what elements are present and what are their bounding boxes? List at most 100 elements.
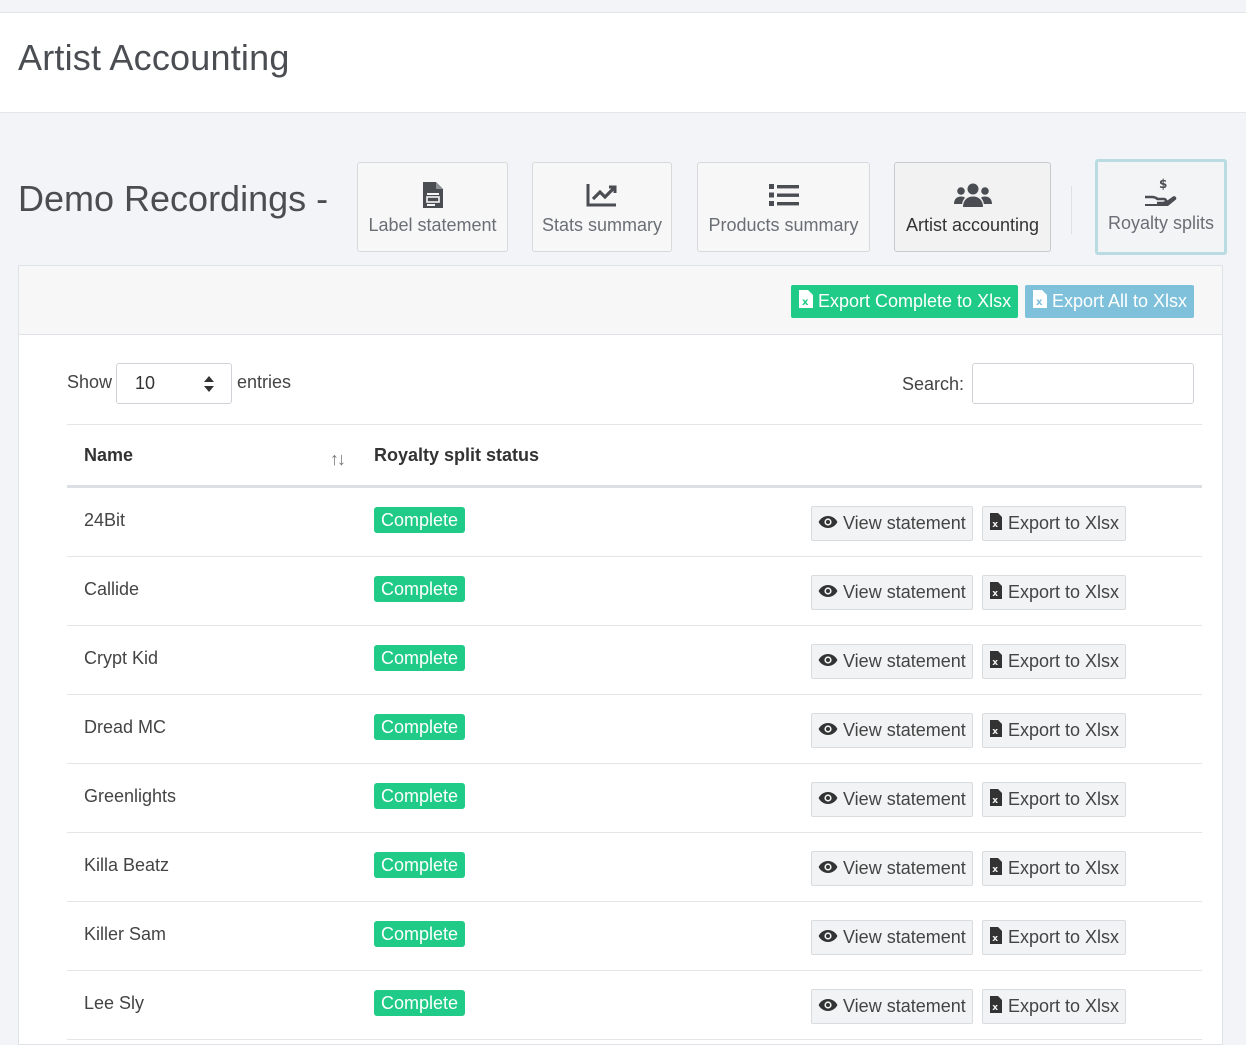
file-excel-icon: x [989, 857, 1003, 881]
view-statement-label: View statement [843, 720, 966, 740]
status-badge: Complete [374, 852, 466, 878]
nav-label: Royalty splits [1107, 213, 1215, 233]
artist-name: Greenlights [84, 786, 177, 806]
view-statement-button[interactable]: View statement [811, 782, 973, 817]
view-statement-button[interactable]: View statement [811, 920, 973, 955]
entries-select[interactable]: 10 [116, 363, 232, 404]
svg-text:x: x [992, 727, 998, 737]
nav-products-summary-button[interactable]: Products summary [697, 162, 870, 252]
file-excel-icon: x [989, 995, 1003, 1019]
sort-icon[interactable]: ↑↓ [330, 449, 346, 470]
export-all-button[interactable]: x Export All to Xlsx [1025, 285, 1195, 318]
table-body: 24Bit Complete View statement x Export t… [67, 488, 1202, 1040]
column-header-name[interactable]: Name [84, 445, 133, 466]
table-row: Dread MC Complete View statement x Expor… [67, 695, 1202, 764]
file-excel-icon: x [989, 581, 1003, 605]
status-badge: Complete [374, 576, 466, 602]
search-input[interactable] [972, 363, 1194, 404]
export-xlsx-button[interactable]: x Export to Xlsx [982, 506, 1127, 541]
view-statement-label: View statement [843, 996, 966, 1016]
nav-artist-accounting-button[interactable]: Artist accounting [894, 162, 1051, 252]
svg-text:x: x [992, 934, 998, 944]
table-header: Name ↑↓ Royalty split status [67, 424, 1202, 488]
view-statement-label: View statement [843, 582, 966, 602]
file-excel-icon: x [798, 289, 814, 314]
export-xlsx-label: Export to Xlsx [1008, 927, 1120, 947]
export-xlsx-label: Export to Xlsx [1008, 720, 1120, 740]
export-xlsx-button[interactable]: x Export to Xlsx [982, 851, 1127, 886]
view-statement-label: View statement [843, 858, 966, 878]
file-excel-icon: x [989, 926, 1003, 950]
artist-name: Callide [84, 579, 140, 599]
eye-icon [818, 513, 838, 534]
table-row: Killa Beatz Complete View statement x Ex… [67, 833, 1202, 902]
list-icon [768, 181, 800, 209]
table-row: Callide Complete View statement x Export… [67, 557, 1202, 626]
table-row: 24Bit Complete View statement x Export t… [67, 488, 1202, 557]
nav-stats-summary-button[interactable]: Stats summary [532, 162, 672, 252]
export-all-label: Export All to Xlsx [1052, 291, 1188, 311]
card-header: x Export Complete to Xlsx x Export All t… [19, 266, 1222, 335]
view-statement-label: View statement [843, 513, 966, 533]
export-xlsx-label: Export to Xlsx [1008, 513, 1120, 533]
nav-label-statement-button[interactable]: Label statement [357, 162, 508, 252]
view-statement-button[interactable]: View statement [811, 851, 973, 886]
table-row: Killer Sam Complete View statement x Exp… [67, 902, 1202, 971]
export-xlsx-label: Export to Xlsx [1008, 651, 1120, 671]
svg-text:x: x [1036, 297, 1043, 308]
svg-text:x: x [802, 297, 809, 308]
status-badge: Complete [374, 645, 466, 671]
svg-text:x: x [992, 520, 998, 530]
eye-icon [818, 996, 838, 1017]
artists-table: Name ↑↓ Royalty split status 24Bit Compl… [67, 424, 1202, 1040]
show-label: Show [67, 372, 113, 392]
sort-arrows-icon [203, 375, 215, 398]
users-icon [953, 181, 992, 209]
view-statement-button[interactable]: View statement [811, 644, 973, 679]
view-statement-button[interactable]: View statement [811, 713, 973, 748]
view-statement-button[interactable]: View statement [811, 506, 973, 541]
export-xlsx-button[interactable]: x Export to Xlsx [982, 644, 1127, 679]
export-xlsx-button[interactable]: x Export to Xlsx [982, 782, 1127, 817]
svg-text:x: x [992, 658, 998, 668]
eye-icon [818, 858, 838, 879]
nav-label: Artist accounting [905, 215, 1040, 235]
status-badge: Complete [374, 921, 466, 947]
table-row: Greenlights Complete View statement x Ex… [67, 764, 1202, 833]
column-header-status[interactable]: Royalty split status [374, 445, 539, 466]
file-excel-icon: x [989, 788, 1003, 812]
view-statement-button[interactable]: View statement [811, 575, 973, 610]
export-complete-button[interactable]: x Export Complete to Xlsx [791, 285, 1019, 318]
artist-name: Lee Sly [84, 993, 145, 1013]
nav-royalty-splits-button[interactable]: $ Royalty splits [1095, 159, 1227, 255]
view-statement-label: View statement [843, 789, 966, 809]
export-xlsx-button[interactable]: x Export to Xlsx [982, 575, 1127, 610]
nav-label: Label statement [368, 215, 497, 235]
page-header: Artist Accounting [0, 12, 1246, 113]
file-excel-icon: x [1032, 289, 1048, 314]
chart-line-icon [586, 181, 618, 209]
svg-text:x: x [992, 1003, 998, 1013]
file-excel-icon: x [989, 512, 1003, 536]
eye-icon [818, 927, 838, 948]
eye-icon [818, 582, 838, 603]
export-xlsx-label: Export to Xlsx [1008, 858, 1120, 878]
svg-text:$: $ [1159, 177, 1167, 191]
entries-value: 10 [135, 373, 156, 393]
export-xlsx-button[interactable]: x Export to Xlsx [982, 920, 1127, 955]
accounting-card: x Export Complete to Xlsx x Export All t… [18, 265, 1223, 1045]
view-statement-button[interactable]: View statement [811, 989, 973, 1024]
export-complete-label: Export Complete to Xlsx [818, 291, 1012, 311]
view-statement-label: View statement [843, 651, 966, 671]
label-title: Demo Recordings - [18, 178, 329, 219]
hand-dollar-icon: $ [1143, 177, 1179, 207]
artist-name: Killa Beatz [84, 855, 170, 875]
export-xlsx-label: Export to Xlsx [1008, 789, 1120, 809]
export-xlsx-button[interactable]: x Export to Xlsx [982, 713, 1127, 748]
artist-name: Killer Sam [84, 924, 167, 944]
artist-name: Dread MC [84, 717, 167, 737]
eye-icon [818, 651, 838, 672]
entries-label: entries [237, 372, 292, 392]
page-title: Artist Accounting [18, 37, 290, 78]
export-xlsx-button[interactable]: x Export to Xlsx [982, 989, 1127, 1024]
